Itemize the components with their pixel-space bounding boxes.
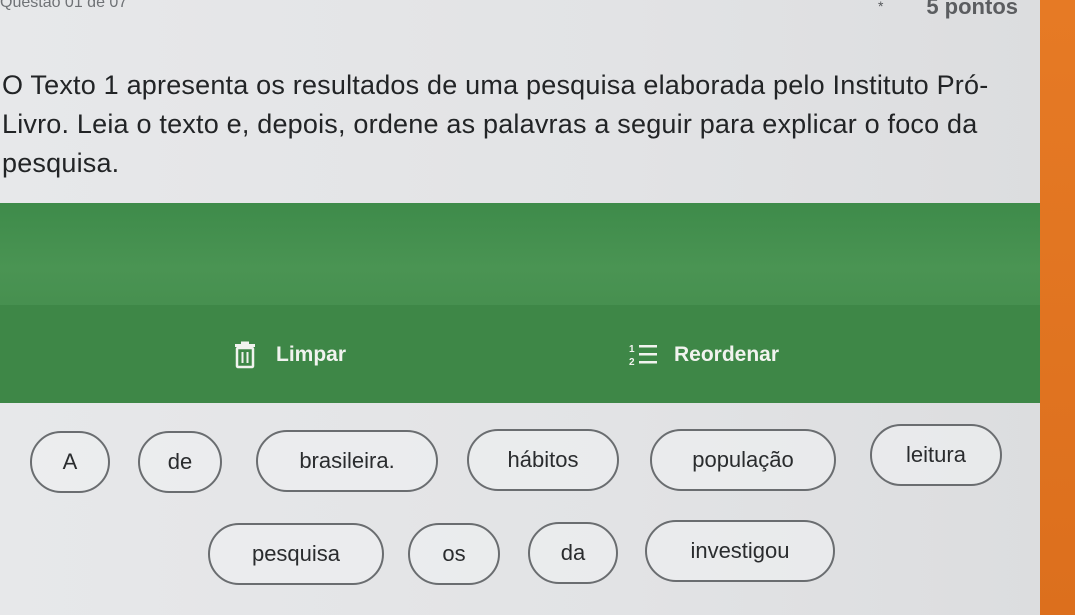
- points-label: 5 pontos: [926, 0, 1018, 19]
- word-chip[interactable]: de: [138, 431, 222, 493]
- reorder-button-label: Reordenar: [674, 343, 780, 366]
- question-prompt: O Texto 1 apresenta os resultados de uma…: [2, 70, 989, 178]
- required-mark: *: [878, 0, 884, 14]
- numbered-list-icon: 1 2: [626, 338, 660, 372]
- answer-drop-area[interactable]: [0, 203, 1040, 311]
- word-chip[interactable]: investigou: [645, 520, 835, 582]
- svg-text:1: 1: [629, 344, 635, 355]
- clear-button[interactable]: Limpar: [228, 335, 346, 375]
- word-chip[interactable]: população: [650, 429, 836, 491]
- word-chip[interactable]: brasileira.: [256, 430, 438, 492]
- question-number: Questão 01 de 07: [0, 0, 128, 11]
- answer-toolbar: [0, 305, 1040, 403]
- svg-text:2: 2: [629, 357, 635, 368]
- word-chip[interactable]: os: [408, 523, 500, 585]
- word-chip[interactable]: A: [30, 431, 110, 493]
- word-chip[interactable]: hábitos: [467, 429, 619, 491]
- trash-icon: [228, 338, 262, 372]
- word-chip[interactable]: leitura: [870, 424, 1002, 486]
- reorder-button[interactable]: 1 2 Reordenar: [626, 335, 779, 375]
- orange-sidebar: [1040, 0, 1075, 615]
- word-chip[interactable]: da: [528, 522, 618, 584]
- clear-button-label: Limpar: [276, 343, 347, 366]
- question-page: Questão 01 de 07 * 5 pontos O Texto 1 ap…: [0, 0, 1040, 615]
- top-meta: Questão 01 de 07 * 5 pontos: [0, 0, 1040, 19]
- word-bank: A de brasileira. hábitos população leitu…: [0, 403, 1040, 615]
- word-chip[interactable]: pesquisa: [208, 523, 384, 585]
